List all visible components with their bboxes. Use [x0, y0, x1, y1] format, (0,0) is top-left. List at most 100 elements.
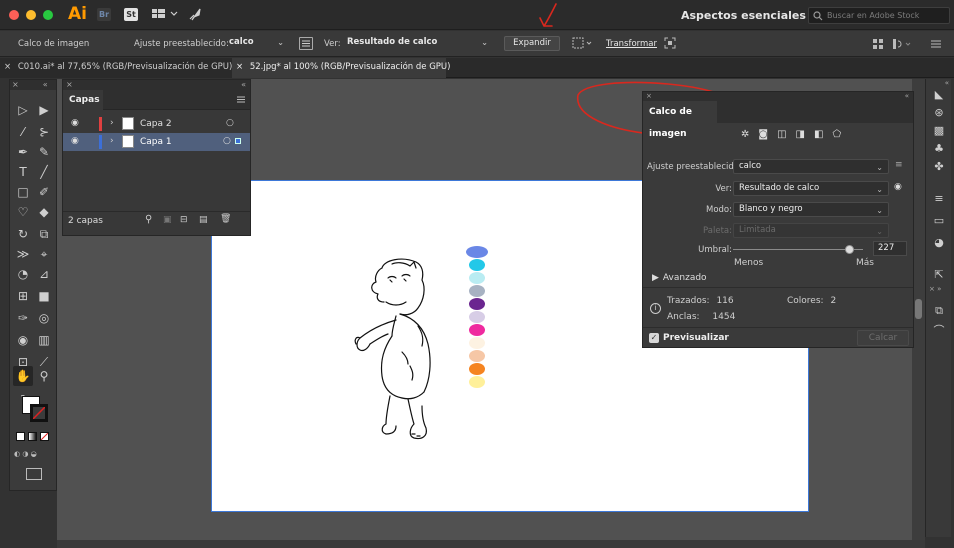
close-tab-icon[interactable]: × — [4, 62, 11, 72]
auto-color-icon[interactable]: ✲ — [741, 129, 758, 140]
mesh-tool-icon[interactable]: ⊞ — [13, 286, 33, 306]
perspective-grid-tool-icon[interactable]: ⊿ — [34, 264, 54, 284]
preview-checkbox[interactable]: ✓ — [649, 333, 659, 343]
eyedropper-tool-icon[interactable]: ✑ — [13, 308, 33, 328]
shaper-tool-icon[interactable]: ♡ — [13, 202, 33, 222]
asset-export-icon[interactable]: ⌒ — [930, 323, 948, 339]
threshold-slider[interactable] — [733, 245, 863, 254]
curvature-tool-icon[interactable]: ✎ — [34, 142, 54, 162]
chevron-right-icon[interactable]: › — [110, 118, 114, 128]
layer-row-capa-2[interactable]: ◉ › Capa 2 ○ — [63, 115, 250, 133]
document-tab-52jpg[interactable]: × 52.jpg* al 100% (RGB/Previsualización … — [232, 58, 450, 78]
free-transform-tool-icon[interactable]: ⌖ — [34, 244, 54, 264]
tools-panel-header[interactable]: × « — [10, 80, 56, 90]
control-menu-button[interactable] — [930, 38, 942, 50]
grid-view-button[interactable] — [872, 38, 884, 50]
stroke-icon[interactable]: ≡ — [930, 191, 948, 207]
high-color-icon[interactable]: ◙ — [758, 129, 777, 140]
grayscale-icon[interactable]: ◨ — [796, 129, 814, 140]
none-mode-button[interactable] — [40, 432, 49, 441]
dock-collapse-icon[interactable]: « — [926, 79, 951, 87]
layers-tab[interactable]: Capas — [63, 90, 103, 110]
traced-character-drawing[interactable] — [352, 256, 447, 446]
trace-panel-header[interactable]: × « — [643, 92, 913, 101]
image-trace-icon[interactable]: ▩ — [930, 123, 948, 139]
black-white-icon[interactable]: ◧ — [814, 129, 832, 140]
clipping-mask-icon[interactable]: ▣ — [163, 215, 172, 225]
paintbrush-tool-icon[interactable]: ✐ — [34, 182, 54, 202]
control-preset-select[interactable]: calco ⌄ — [225, 36, 289, 51]
rectangle-tool-icon[interactable]: □ — [13, 182, 33, 202]
symbols-icon[interactable]: ♣ — [930, 141, 948, 157]
line-tool-icon[interactable]: ╱ — [34, 162, 54, 182]
target-circle-icon[interactable]: ○ — [223, 136, 231, 146]
document-tab-c010[interactable]: × C010.ai* al 77,65% (RGB/Previsualizaci… — [0, 58, 232, 78]
magic-wand-tool-icon[interactable]: ⁄ — [13, 122, 33, 142]
image-trace-tab[interactable]: Calco de imagen — [643, 101, 717, 139]
close-window-button[interactable] — [9, 10, 19, 20]
advanced-toggle[interactable]: ▶ Avanzado — [652, 273, 707, 283]
gpu-performance-button[interactable] — [187, 6, 203, 22]
minimize-window-button[interactable] — [26, 10, 36, 20]
workspace-switcher[interactable]: Aspectos esenciales ⌄ — [681, 9, 823, 22]
locate-object-icon[interactable]: ⚲ — [145, 214, 152, 225]
gradient-tool-icon[interactable]: ■ — [34, 286, 54, 306]
eye-icon[interactable]: ◉ — [71, 118, 79, 128]
vertical-scrollbar-thumb[interactable] — [915, 299, 922, 319]
arrange-documents-button[interactable] — [152, 7, 182, 21]
isolate-button[interactable] — [664, 37, 676, 49]
eye-icon[interactable]: ◉ — [71, 136, 79, 146]
outline-icon[interactable]: ⬠ — [832, 129, 850, 140]
threshold-value-field[interactable]: 227 — [873, 241, 907, 256]
new-layer-icon[interactable]: ▤ — [199, 215, 208, 225]
selection-tool-icon[interactable]: ▷ — [13, 100, 33, 120]
screen-mode-button[interactable] — [26, 468, 42, 480]
control-view-select[interactable]: Resultado de calco ⌄ — [343, 36, 493, 51]
eye-icon[interactable]: ◉ — [894, 182, 902, 192]
direct-selection-tool-icon[interactable]: ▶ — [34, 100, 54, 120]
distribute-button[interactable] — [892, 38, 912, 50]
draw-mode-buttons[interactable]: ◐ ◑ ◒ — [14, 450, 52, 460]
threshold-slider-thumb[interactable] — [844, 245, 854, 254]
bridge-button[interactable]: Br — [97, 8, 111, 21]
column-graph-tool-icon[interactable]: ▥ — [34, 330, 54, 350]
low-color-icon[interactable]: ◫ — [777, 129, 795, 140]
width-tool-icon[interactable]: ≫ — [13, 244, 33, 264]
close-tab-icon[interactable]: × — [236, 62, 243, 72]
selection-indicator[interactable] — [235, 138, 241, 144]
zoom-window-button[interactable] — [43, 10, 53, 20]
layer-row-capa-1[interactable]: ◉ › Capa 1 ○ — [63, 133, 250, 151]
blend-tool-icon[interactable]: ◎ — [34, 308, 54, 328]
trace-view-select[interactable]: Resultado de calco ⌄ — [733, 181, 889, 196]
chevron-right-icon[interactable]: › — [110, 136, 114, 146]
shape-builder-tool-icon[interactable]: ◔ — [13, 264, 33, 284]
eraser-tool-icon[interactable]: ◆ — [34, 202, 54, 222]
brushes-icon[interactable]: ✤ — [930, 159, 948, 175]
rotate-tool-icon[interactable]: ↻ — [13, 224, 33, 244]
preset-menu-icon[interactable]: ≡ — [895, 160, 903, 170]
horizontal-scrollbar[interactable] — [57, 540, 925, 548]
layer-name[interactable]: Capa 2 — [140, 119, 172, 129]
libraries-icon[interactable]: ⊛ — [930, 105, 948, 121]
expand-button[interactable]: Expandir — [504, 36, 560, 51]
stock-button[interactable]: St — [124, 8, 138, 21]
trace-panel-button[interactable] — [299, 37, 313, 50]
dock-group-header[interactable]: × » — [926, 285, 951, 293]
type-tool-icon[interactable]: T — [13, 162, 33, 182]
hand-tool-icon[interactable]: ✋ — [13, 366, 33, 386]
pen-tool-icon[interactable]: ✒ — [13, 142, 33, 162]
export-icon[interactable]: ⇱ — [930, 267, 948, 283]
layers-panel-menu-button[interactable] — [236, 94, 246, 104]
gradient-mode-button[interactable] — [28, 432, 37, 441]
color-mode-button[interactable] — [16, 432, 25, 441]
zoom-tool-icon[interactable]: ⚲ — [34, 366, 54, 386]
stroke-swatch[interactable] — [30, 404, 48, 422]
layer-name[interactable]: Capa 1 — [140, 137, 172, 147]
trash-icon[interactable]: 🗑 — [220, 214, 231, 224]
gradient-icon[interactable]: ▭ — [930, 213, 948, 229]
transform-link[interactable]: Transformar — [606, 39, 657, 49]
stock-search-input[interactable]: Buscar en Adobe Stock — [808, 7, 950, 24]
trace-preset-select[interactable]: calco ⌄ — [733, 159, 889, 174]
align-button[interactable] — [572, 37, 594, 50]
transparency-icon[interactable]: ◕ — [930, 235, 948, 251]
